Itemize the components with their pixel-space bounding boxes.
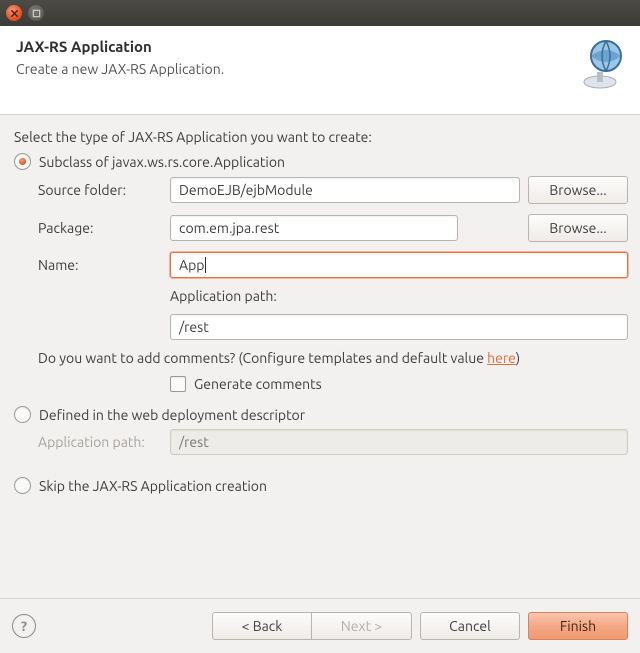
wizard-body: Select the type of JAX-RS Application yo… (0, 115, 640, 510)
radio-icon (14, 477, 31, 494)
package-input[interactable] (170, 215, 458, 241)
window-minimize-button[interactable] (28, 5, 44, 21)
wizard-subtitle: Create a new JAX-RS Application. (16, 61, 624, 77)
radio-icon (14, 153, 31, 170)
text-caret-icon (205, 257, 206, 273)
comments-prompt: Do you want to add comments? (Configure … (38, 350, 628, 366)
option-skip[interactable]: Skip the JAX-RS Application creation (14, 477, 628, 494)
option-webxml[interactable]: Defined in the web deployment descriptor (14, 406, 628, 423)
webxml-app-path-input (170, 429, 628, 455)
next-button: Next > (312, 612, 412, 640)
wizard-header: JAX-RS Application Create a new JAX-RS A… (0, 26, 640, 115)
option-webxml-label: Defined in the web deployment descriptor (39, 407, 305, 423)
help-icon[interactable]: ? (12, 614, 36, 638)
checkbox-icon (170, 376, 186, 392)
back-button[interactable]: < Back (212, 612, 312, 640)
configure-templates-link[interactable]: here (487, 350, 516, 366)
type-prompt: Select the type of JAX-RS Application yo… (14, 129, 628, 145)
option-skip-label: Skip the JAX-RS Application creation (39, 478, 267, 494)
wizard-footer: ? < Back Next > Cancel Finish (0, 598, 640, 653)
generate-comments-label: Generate comments (194, 376, 322, 392)
window-close-button[interactable] (6, 5, 22, 21)
wizard-title: JAX-RS Application (16, 38, 624, 55)
cancel-button[interactable]: Cancel (420, 612, 520, 640)
source-folder-label: Source folder: (38, 182, 162, 198)
name-label: Name: (38, 257, 162, 273)
package-label: Package: (38, 220, 162, 236)
generate-comments-option[interactable]: Generate comments (170, 376, 628, 392)
option-subclass[interactable]: Subclass of javax.ws.rs.core.Application (14, 153, 628, 170)
radio-icon (14, 406, 31, 423)
jaxrs-wizard-icon (572, 36, 628, 92)
app-path-label: Application path: (170, 288, 520, 304)
window-titlebar (0, 0, 640, 26)
source-folder-input[interactable] (170, 177, 520, 203)
webxml-app-path-label: Application path: (38, 434, 162, 450)
finish-button[interactable]: Finish (528, 612, 628, 640)
app-path-input[interactable] (170, 314, 628, 340)
option-subclass-label: Subclass of javax.ws.rs.core.Application (39, 154, 285, 170)
source-folder-browse-button[interactable]: Browse... (528, 176, 628, 204)
name-input[interactable]: App (170, 252, 628, 278)
package-browse-button[interactable]: Browse... (528, 214, 628, 242)
